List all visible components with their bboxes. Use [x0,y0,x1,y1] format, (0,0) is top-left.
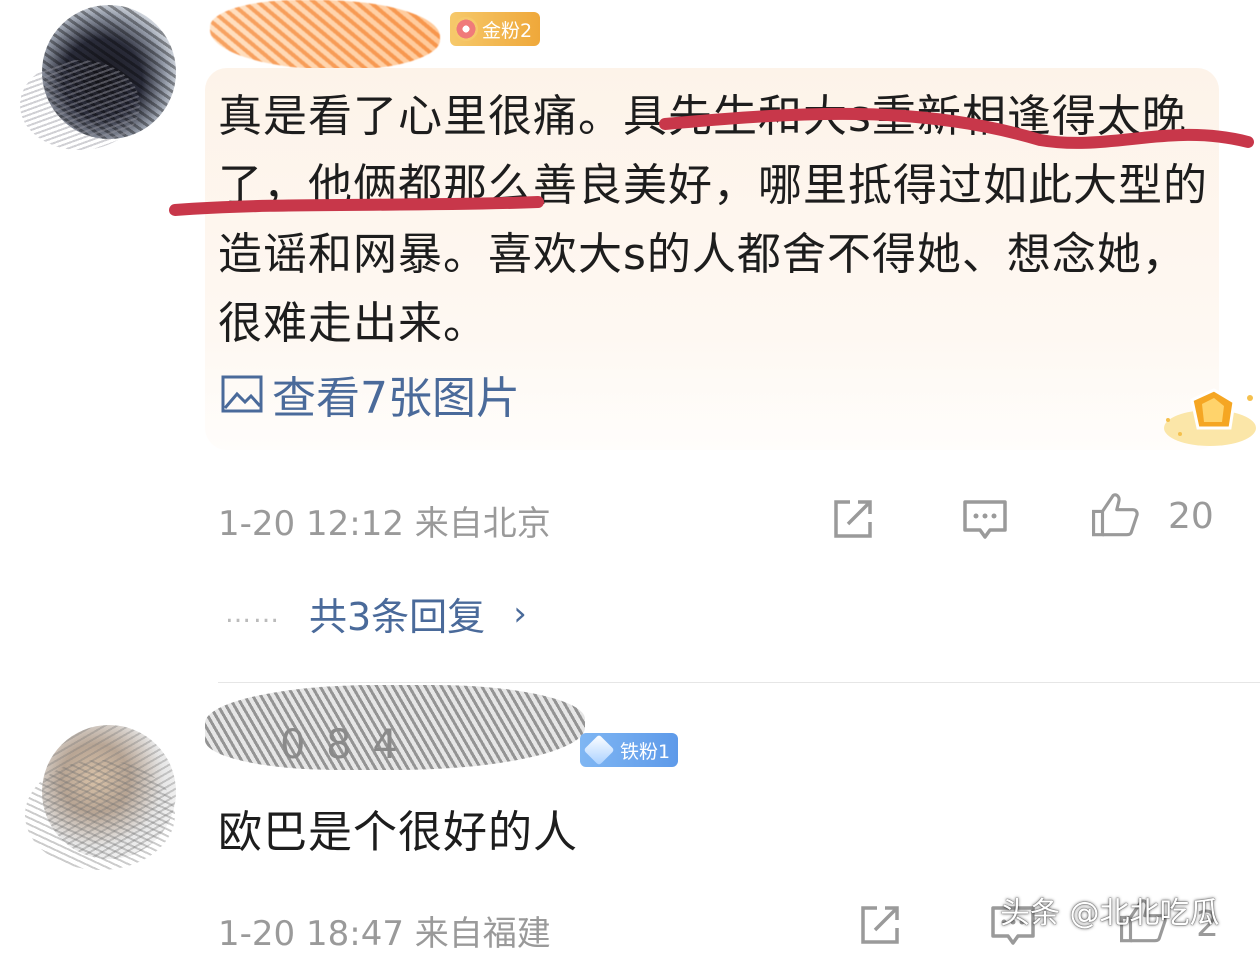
badge-label: 金粉2 [482,19,533,42]
medal-icon [1164,388,1256,446]
username-fragment: 0 8 4 [280,722,402,768]
heart-badge-icon [454,17,478,41]
view-replies-link[interactable]: 共3条回复 [309,586,485,641]
image-icon [221,375,263,413]
chevron-right-icon: › [513,593,527,634]
comment-icon[interactable] [960,494,1010,544]
view-images-link[interactable]: 查看7张图片 [220,362,520,426]
divider [218,682,1260,683]
comment-text: 欧巴是个很好的人 [218,807,578,858]
replies-row[interactable]: …… 共3条回复 › [225,586,527,641]
username-redacted[interactable] [210,0,440,70]
share-icon[interactable] [828,494,878,544]
replies-dots: …… [225,598,281,629]
avatar-redaction [20,60,140,150]
thumbs-up-icon[interactable] [1090,490,1140,540]
fan-badge: 金粉2 [450,12,541,46]
comment-text: 真是看了心里很痛。具先生和大s重新相逢得太晚了，他俩都那么善良美好，哪里抵得过如… [218,91,1208,349]
comment-time-location: 1-20 18:47 来自福建 [218,914,551,954]
like-count: 20 [1168,496,1214,537]
avatar-redaction [25,760,175,870]
diamond-badge-icon [583,734,615,766]
watermark: 头条 @北北吃瓜 [1000,896,1220,931]
badge-label: 铁粉1 [620,740,671,763]
fan-badge: 铁粉1 [580,733,679,767]
share-icon[interactable] [855,900,905,950]
view-images-label: 查看7张图片 [272,373,520,424]
comment-time-location: 1-20 12:12 来自北京 [218,504,551,544]
